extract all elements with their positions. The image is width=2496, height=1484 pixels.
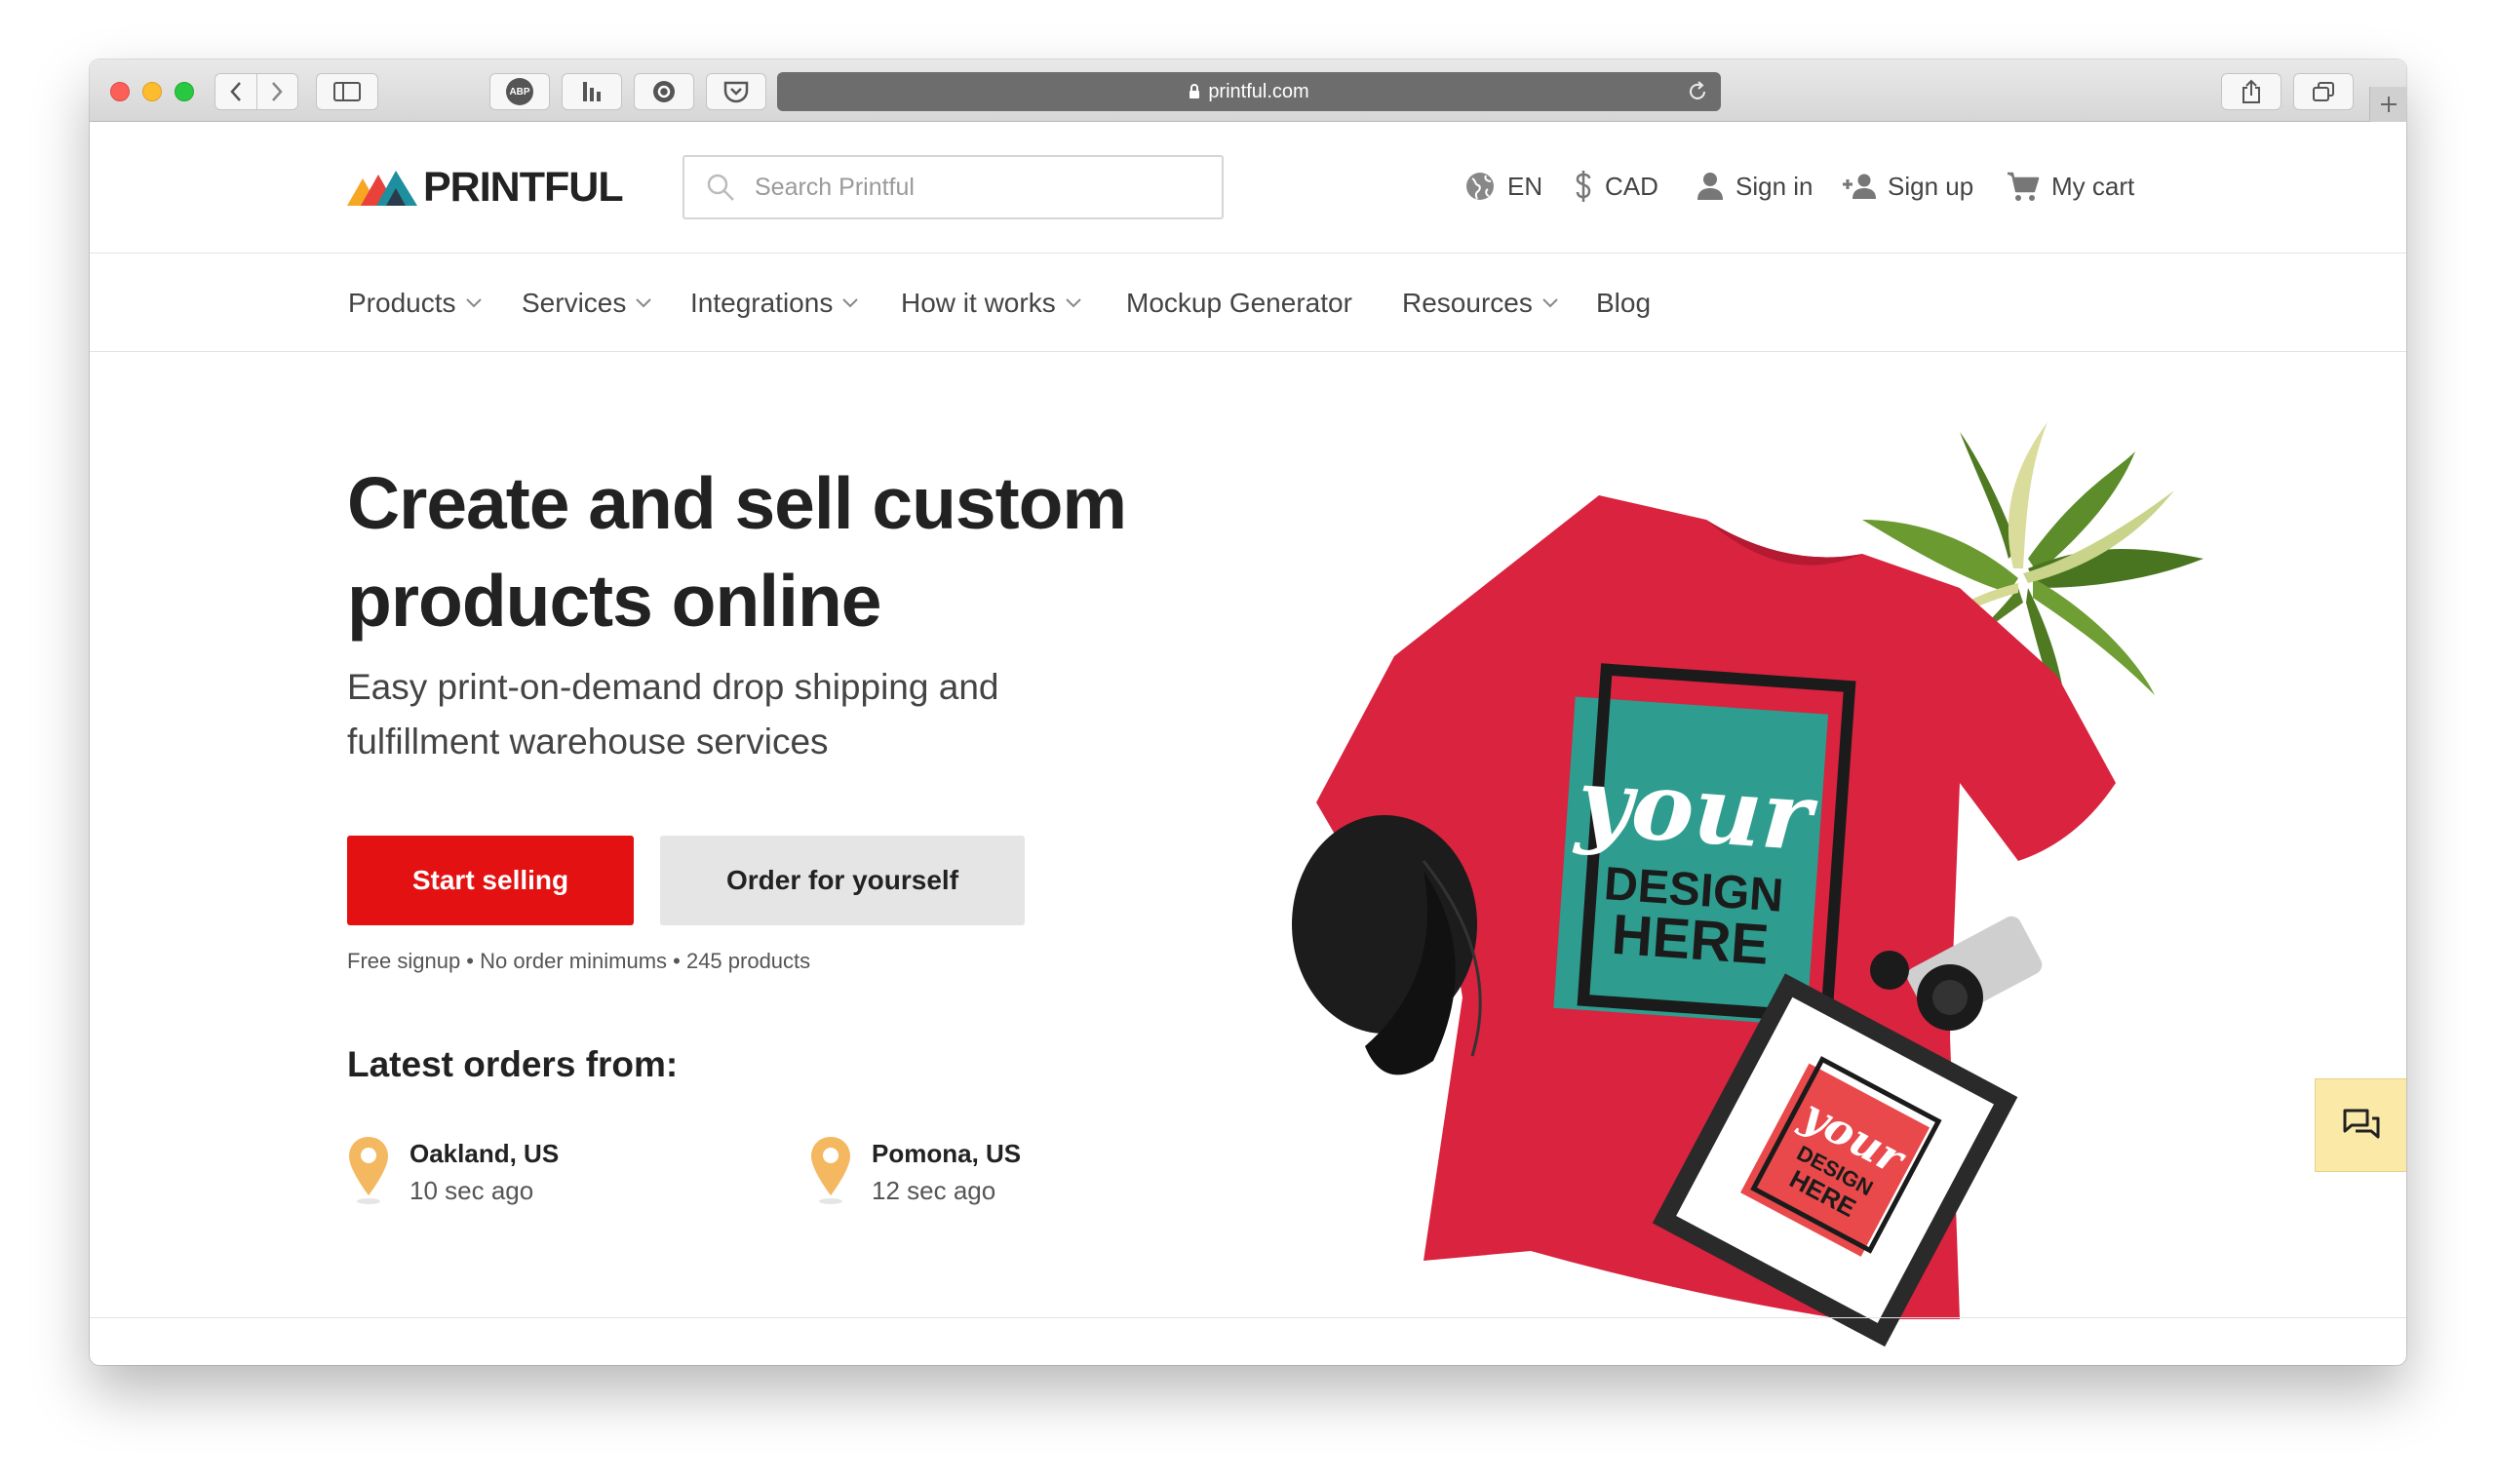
grammarly-icon (653, 81, 675, 102)
chat-button[interactable] (2315, 1078, 2406, 1172)
close-window-button[interactable] (110, 82, 130, 101)
search-icon (706, 173, 735, 202)
maximize-window-button[interactable] (175, 82, 194, 101)
browser-window: ABP printful.com PRINTFUL Search Printfu… (90, 59, 2406, 1365)
forward-button[interactable] (255, 74, 297, 109)
chevron-down-icon (842, 298, 859, 308)
hero-title: Create and sell custom products online (347, 454, 1225, 649)
pocket-extension-button[interactable] (706, 73, 766, 110)
nav-label: Integrations (690, 288, 834, 318)
order-time: 10 sec ago (410, 1176, 534, 1205)
add-user-icon (1843, 174, 1876, 199)
chevron-right-icon (272, 82, 284, 101)
printful-logo[interactable]: PRINTFUL (347, 164, 624, 212)
shirt-line2-text: HERE (1610, 903, 1771, 977)
address-bar[interactable]: printful.com (777, 72, 1721, 111)
nav-item-services[interactable]: Services (522, 286, 652, 321)
nav-label: Resources (1402, 288, 1533, 318)
sign-up-link[interactable]: Sign up (1841, 165, 1973, 208)
currency-selector[interactable]: CAD (1574, 165, 1658, 208)
hero-title-line: products online (347, 560, 881, 642)
pocket-icon (723, 81, 749, 103)
nav-label: How it works (901, 288, 1056, 318)
sidebar-toggle-button[interactable] (316, 73, 378, 110)
lock-icon (1190, 84, 1200, 98)
new-tab-button[interactable] (2369, 87, 2406, 122)
latest-order-item: Oakland, US 10 sec ago (347, 1135, 559, 1209)
hero-subtitle-line: Easy print-on-demand drop shipping and (347, 667, 999, 707)
nav-item-how-it-works[interactable]: How it works (901, 286, 1081, 321)
minimize-window-button[interactable] (142, 82, 162, 101)
dollar-icon (1576, 171, 1591, 202)
extension-button[interactable] (562, 73, 622, 110)
adblock-extension-button[interactable]: ABP (489, 73, 550, 110)
order-time: 12 sec ago (872, 1176, 996, 1205)
plus-icon (2380, 97, 2397, 112)
nav-item-blog[interactable]: Blog (1596, 286, 1651, 321)
chevron-down-icon (465, 298, 482, 308)
language-label: EN (1507, 171, 1543, 201)
share-icon (2242, 79, 2260, 103)
start-selling-button[interactable]: Start selling (347, 836, 634, 925)
nav-label: Mockup Generator (1126, 288, 1352, 318)
share-button[interactable] (2221, 73, 2282, 110)
nav-item-integrations[interactable]: Integrations (690, 286, 859, 321)
cap-image (1292, 815, 1482, 1075)
history-nav (214, 73, 298, 110)
nav-label: Blog (1596, 288, 1652, 318)
sign-in-link[interactable]: Sign in (1696, 165, 1814, 208)
chat-icon (2343, 1109, 2379, 1139)
site-header: PRINTFUL EN CAD Sign in Sign up My cart (90, 122, 2406, 254)
latest-orders-title: Latest orders from: (347, 1044, 679, 1084)
chevron-down-icon (1065, 298, 1081, 308)
logo-text: PRINTFUL (423, 164, 624, 211)
chevron-down-icon (636, 298, 652, 308)
user-icon (1697, 173, 1723, 200)
order-city: Pomona, US (872, 1139, 1022, 1168)
browser-toolbar: ABP printful.com (90, 59, 2406, 122)
chevron-left-icon (230, 82, 241, 101)
nav-item-resources[interactable]: Resources (1402, 286, 1558, 321)
main-nav: Products Services Integrations How it wo… (90, 254, 2406, 352)
url-text: printful.com (1208, 80, 1309, 102)
globe-icon (1466, 173, 1494, 200)
latest-order-item: Pomona, US 12 sec ago (809, 1135, 1021, 1209)
hero-product-image: your DESIGN HERE your DESIGN HERE (1277, 412, 2233, 1365)
shirt-script-text: your (1572, 746, 1821, 873)
tabs-icon (2313, 82, 2334, 101)
search-box[interactable] (682, 155, 1224, 219)
nav-item-mockup-generator[interactable]: Mockup Generator (1126, 286, 1352, 321)
hero-subtitle: Easy print-on-demand drop shipping and f… (347, 660, 1088, 769)
cart-icon (2008, 172, 2040, 201)
nav-item-products[interactable]: Products (348, 286, 482, 321)
section-divider (90, 1317, 2406, 1318)
cart-link[interactable]: My cart (2007, 165, 2134, 208)
cart-label: My cart (2051, 171, 2135, 201)
bars-icon (583, 82, 601, 101)
chevron-down-icon (1542, 298, 1558, 308)
reload-icon[interactable] (1686, 80, 1709, 103)
sign-in-label: Sign in (1736, 171, 1814, 201)
map-pin-icon (349, 1137, 388, 1204)
hero-title-line: Create and sell custom (347, 462, 1127, 544)
currency-label: CAD (1605, 171, 1658, 201)
grammarly-extension-button[interactable] (634, 73, 694, 110)
nav-label: Services (522, 288, 627, 318)
show-tabs-button[interactable] (2293, 73, 2354, 110)
search-input[interactable] (755, 173, 1184, 202)
language-selector[interactable]: EN (1464, 165, 1542, 208)
printful-logo-icon (347, 170, 417, 206)
order-for-yourself-button[interactable]: Order for yourself (660, 836, 1025, 925)
order-city: Oakland, US (410, 1139, 560, 1168)
map-pin-icon (811, 1137, 850, 1204)
sidebar-icon (333, 82, 361, 101)
hero-subtitle-line: fulfillment warehouse services (347, 722, 829, 762)
adblock-icon: ABP (506, 78, 533, 105)
back-button[interactable] (215, 74, 256, 109)
nav-label: Products (348, 288, 456, 318)
signup-perks: Free signup • No order minimums • 245 pr… (347, 949, 811, 973)
sign-up-label: Sign up (1888, 171, 1974, 201)
